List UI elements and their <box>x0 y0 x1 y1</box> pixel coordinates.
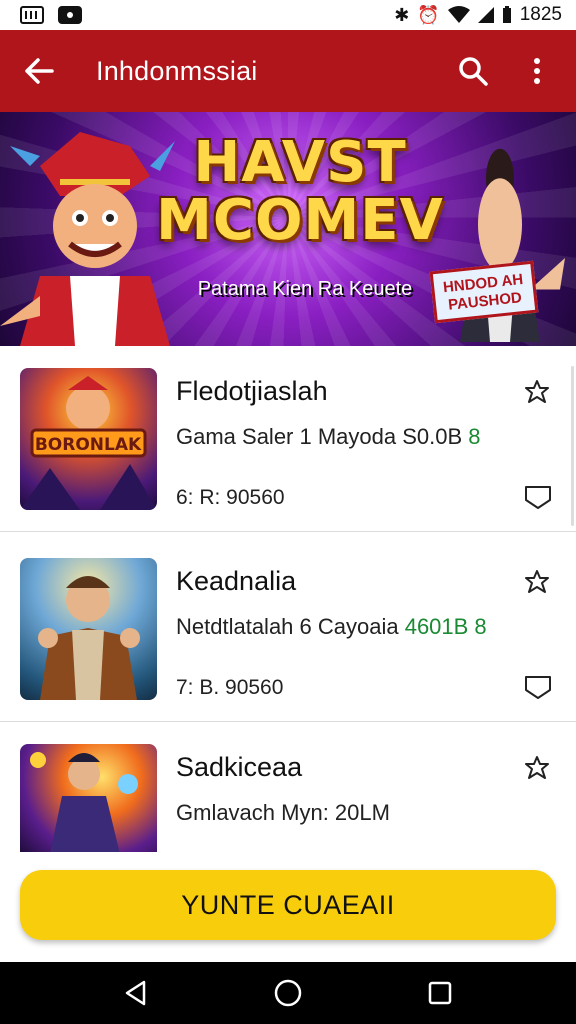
primary-action-button[interactable]: YUNTE CUAEAII <box>20 870 556 940</box>
list-item[interactable]: Sadkiceaa Gmlavach Myn: 20LM <box>0 722 576 852</box>
banner-badge: HNDOD AH PAUSHOD <box>429 260 539 324</box>
alarm-icon: ⏰ <box>417 5 440 25</box>
bluetooth-icon: ✱ <box>394 5 410 25</box>
photo-icon <box>58 6 82 24</box>
recents-square-icon[interactable] <box>420 973 460 1013</box>
item-subtitle: Netdtlatalah 6 Cayoaia 4601B 8 <box>176 614 487 640</box>
game-thumbnail[interactable] <box>20 744 157 852</box>
thumbnail-illustration: BORONLAK <box>20 376 157 510</box>
game-thumbnail[interactable]: BORONLAK <box>20 368 157 510</box>
banner-title-line2: MCOMEV <box>156 188 444 253</box>
comment-icon[interactable] <box>524 674 552 700</box>
promo-banner[interactable]: HAVST MCOMEV Patama Kien Ra Keuete HNDOD… <box>0 112 576 346</box>
battery-icon <box>502 6 511 23</box>
thumbnail-illustration <box>30 752 138 852</box>
system-nav-bar <box>0 962 576 1024</box>
status-time: 1825 <box>519 4 562 25</box>
banner-subtitle: Patama Kien Ra Keuete <box>197 278 413 300</box>
banner-title: HAVST MCOMEV <box>150 134 450 250</box>
list-item[interactable]: Keadnalia Netdtlatalah 6 Cayoaia 4601B 8… <box>0 536 576 722</box>
signal-icon <box>477 7 494 23</box>
game-thumbnail[interactable] <box>20 558 157 700</box>
scrollbar[interactable] <box>571 366 574 526</box>
back-arrow-icon[interactable] <box>22 54 56 88</box>
item-title: Keadnalia <box>176 566 297 596</box>
thumbnail-logo-text: BORONLAK <box>35 435 142 455</box>
item-subtitle-text: Gama Saler 1 Mayoda S0.0B <box>176 424 463 449</box>
home-circle-icon[interactable] <box>268 973 308 1013</box>
game-list: BORONLAK Fledotjiaslah Gama Saler 1 Mayo… <box>0 346 576 852</box>
item-subtitle-highlight: 4601B 8 <box>404 614 487 639</box>
item-meta: 7: B. 90560 <box>176 676 284 699</box>
list-item[interactable]: BORONLAK Fledotjiaslah Gama Saler 1 Mayo… <box>0 346 576 532</box>
wifi-icon <box>447 6 470 23</box>
thumbnail-illustration <box>38 576 140 700</box>
item-subtitle: Gama Saler 1 Mayoda S0.0B 8 <box>176 424 481 450</box>
item-subtitle-text: Netdtlatalah 6 Cayoaia <box>176 614 405 639</box>
item-subtitle-highlight: 8 <box>468 424 481 449</box>
favorite-icon[interactable] <box>522 568 552 596</box>
cta-container: YUNTE CUAEAII <box>0 852 576 962</box>
app-bar: Inhdonmssiai <box>0 30 576 112</box>
banner-title-line1: HAVST <box>193 130 407 195</box>
status-bar: ✱ ⏰ 1825 <box>0 0 576 30</box>
search-icon[interactable] <box>456 54 490 88</box>
item-title: Sadkiceaa <box>176 752 303 782</box>
favorite-icon[interactable] <box>522 378 552 406</box>
page-title: Inhdonmssiai <box>96 55 258 86</box>
item-subtitle-text: Gmlavach Myn: 20LM <box>176 800 390 825</box>
item-subtitle: Gmlavach Myn: 20LM <box>176 800 390 826</box>
back-triangle-icon[interactable] <box>116 973 156 1013</box>
more-vert-icon[interactable] <box>520 54 554 88</box>
comment-icon[interactable] <box>524 484 552 510</box>
favorite-icon[interactable] <box>522 754 552 782</box>
item-meta: 6: R: 90560 <box>176 486 285 509</box>
grid-icon <box>20 6 44 24</box>
item-title: Fledotjiaslah <box>176 376 328 406</box>
